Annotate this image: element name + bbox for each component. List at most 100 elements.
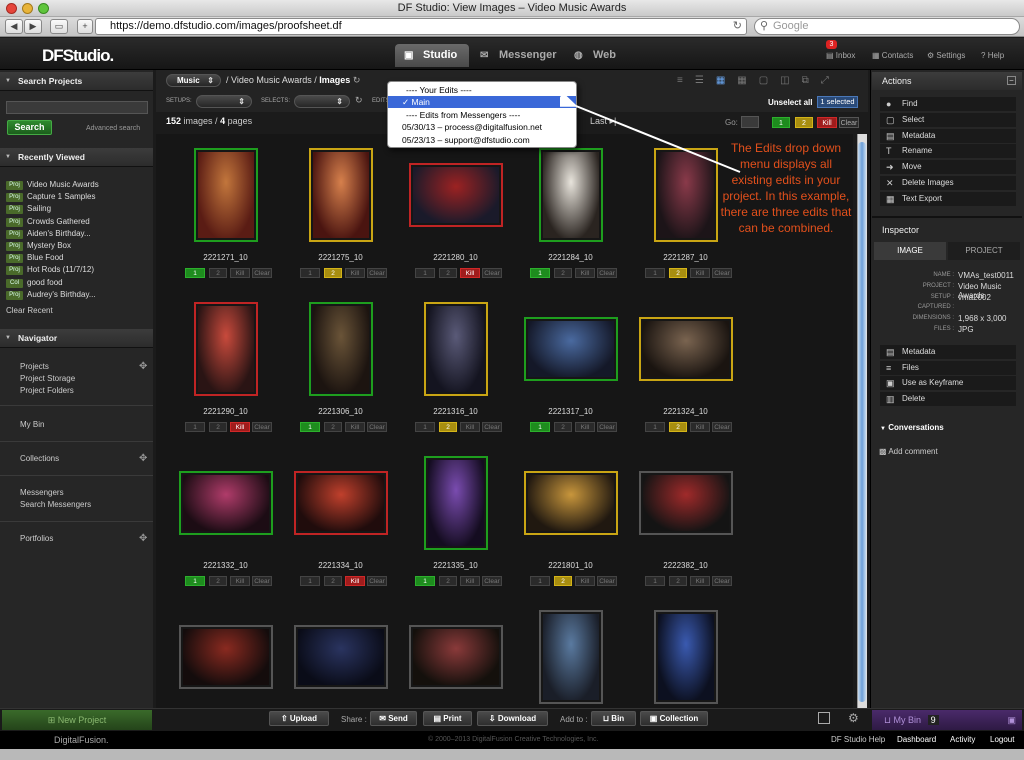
- image-thumbnail[interactable]: [653, 610, 718, 704]
- rating-button-clear[interactable]: Clear: [597, 268, 617, 278]
- image-tile[interactable]: 2221324_10 1 2 Kill Clear: [628, 300, 743, 453]
- new-project-button[interactable]: ⊞ New Project: [2, 710, 152, 730]
- rating-button-clear[interactable]: Clear: [482, 576, 502, 586]
- rating-button-1[interactable]: 1: [300, 268, 320, 278]
- image-thumbnail[interactable]: [423, 456, 488, 550]
- image-thumbnail[interactable]: [193, 148, 258, 242]
- split-view-icon[interactable]: ◫: [780, 75, 801, 86]
- menu-item-edit[interactable]: 05/30/13 – process@digitalfusion.net: [388, 121, 576, 133]
- tab-messenger[interactable]: ✉ Messenger: [471, 44, 561, 67]
- image-thumbnail[interactable]: [178, 471, 273, 535]
- nav-collections[interactable]: Collections: [20, 454, 59, 463]
- rating-button-2[interactable]: 2: [324, 268, 342, 278]
- rating-button-2[interactable]: 2: [554, 576, 572, 586]
- nav-projects[interactable]: Projects: [20, 362, 49, 371]
- rating-button-1[interactable]: 1: [185, 576, 205, 586]
- image-thumbnail[interactable]: [523, 317, 618, 381]
- rating-button-1[interactable]: 1: [415, 576, 435, 586]
- inspector-action-metadata[interactable]: ▤ Metadata: [880, 345, 1016, 359]
- nav-search-messengers[interactable]: Search Messengers: [20, 500, 91, 509]
- rating-button-clear[interactable]: Clear: [712, 268, 732, 278]
- rating-button-1[interactable]: 1: [530, 268, 550, 278]
- rating-button-2[interactable]: 2: [669, 576, 687, 586]
- rating-button-2[interactable]: 2: [554, 268, 572, 278]
- df-studio-help-link[interactable]: DF Studio Help: [831, 735, 885, 744]
- filter-1-button[interactable]: 1: [772, 117, 790, 128]
- rating-button-1[interactable]: 1: [530, 576, 550, 586]
- add-to-bin-button[interactable]: ⊔ Bin: [591, 711, 636, 726]
- image-tile[interactable]: 2221316_10 1 2 Kill Clear: [398, 300, 513, 453]
- download-button[interactable]: ⇩ Download: [477, 711, 548, 726]
- action-metadata[interactable]: ▤ Metadata: [880, 128, 1016, 143]
- refresh-icon[interactable]: ↻: [353, 75, 361, 85]
- clear-recent-link[interactable]: Clear Recent: [6, 306, 53, 315]
- selects-dropdown[interactable]: [294, 95, 350, 108]
- nav-project-storage[interactable]: Project Storage: [20, 374, 75, 383]
- action-move[interactable]: ➜ Move: [880, 160, 1016, 175]
- menu-item-edit[interactable]: ✓ Main: [388, 96, 576, 109]
- rating-button-clear[interactable]: Clear: [252, 576, 272, 586]
- recent-item[interactable]: Proj Sailing: [6, 203, 51, 215]
- minimize-window-button[interactable]: [22, 3, 33, 14]
- rating-button-clear[interactable]: Clear: [712, 576, 732, 586]
- image-thumbnail[interactable]: [638, 317, 733, 381]
- rating-button-kill[interactable]: Kill: [460, 576, 480, 586]
- image-tile[interactable]: 2221290_10 1 2 Kill Clear: [168, 300, 283, 453]
- rating-button-2[interactable]: 2: [324, 422, 342, 432]
- rating-button-kill[interactable]: Kill: [575, 268, 595, 278]
- add-project-icon[interactable]: ✥: [139, 361, 147, 372]
- rating-button-kill[interactable]: Kill: [575, 422, 595, 432]
- unselect-all-link[interactable]: Unselect all: [768, 98, 812, 107]
- menu-item-edit[interactable]: 05/23/13 – support@dfstudio.com: [388, 134, 576, 146]
- image-thumbnail[interactable]: [408, 163, 503, 227]
- nav-messengers[interactable]: Messengers: [20, 488, 64, 497]
- collapse-actions-icon[interactable]: –: [1007, 76, 1016, 85]
- filter-kill-button[interactable]: Kill: [817, 117, 837, 128]
- zoom-window-button[interactable]: [38, 3, 49, 14]
- conversations-header[interactable]: ▼ Conversations: [880, 423, 944, 432]
- my-bin-button[interactable]: ⊔ My Bin 9 ▣: [872, 710, 1022, 730]
- rating-button-clear[interactable]: Clear: [712, 422, 732, 432]
- inspector-action-use-as-keyframe[interactable]: ▣ Use as Keyframe: [880, 376, 1016, 391]
- rating-button-kill[interactable]: Kill: [690, 422, 710, 432]
- image-thumbnail[interactable]: [308, 148, 373, 242]
- grid-scrollbar-thumb[interactable]: [858, 142, 866, 702]
- image-tile[interactable]: [398, 608, 513, 708]
- rating-button-1[interactable]: 1: [185, 268, 205, 278]
- image-tile[interactable]: 2221332_10 1 2 Kill Clear: [168, 454, 283, 607]
- rating-button-kill[interactable]: Kill: [230, 576, 250, 586]
- rating-button-2[interactable]: 2: [439, 268, 457, 278]
- rating-button-kill[interactable]: Kill: [345, 422, 365, 432]
- filter-clear-button[interactable]: Clear: [839, 117, 859, 128]
- rating-button-2[interactable]: 2: [554, 422, 572, 432]
- image-thumbnail[interactable]: [178, 625, 273, 689]
- filter-2-button[interactable]: 2: [795, 117, 813, 128]
- view-toggle-icon[interactable]: [818, 712, 830, 724]
- advanced-search-link[interactable]: Advanced search: [86, 125, 140, 132]
- recent-item[interactable]: Proj Aiden's Birthday...: [6, 228, 91, 240]
- recently-viewed-header[interactable]: Recently Viewed: [0, 148, 153, 167]
- image-thumbnail[interactable]: [408, 625, 503, 689]
- image-thumbnail[interactable]: [638, 471, 733, 535]
- recent-item[interactable]: Proj Capture 1 Samples: [6, 191, 95, 203]
- setups-dropdown[interactable]: [196, 95, 252, 108]
- add-collection-icon[interactable]: ✥: [139, 453, 147, 464]
- rating-button-2[interactable]: 2: [439, 576, 457, 586]
- image-tile[interactable]: [283, 608, 398, 708]
- print-button[interactable]: ▤ Print: [423, 711, 472, 726]
- image-thumbnail[interactable]: [293, 625, 388, 689]
- rating-button-kill[interactable]: Kill: [460, 268, 480, 278]
- image-tile[interactable]: 2221801_10 1 2 Kill Clear: [513, 454, 628, 607]
- single-view-icon[interactable]: ▢: [759, 75, 780, 86]
- image-tile[interactable]: 2221271_10 1 2 Kill Clear: [168, 146, 283, 299]
- rating-button-clear[interactable]: Clear: [482, 422, 502, 432]
- breadcrumb-root-dropdown[interactable]: Music: [166, 74, 221, 87]
- rating-button-kill[interactable]: Kill: [345, 268, 365, 278]
- search-projects-header[interactable]: Search Projects: [0, 72, 153, 91]
- tab-studio[interactable]: ▣ Studio: [395, 44, 469, 67]
- action-find[interactable]: ● Find: [880, 97, 1016, 111]
- rating-button-2[interactable]: 2: [209, 268, 227, 278]
- rating-button-1[interactable]: 1: [300, 422, 320, 432]
- action-delete-images[interactable]: ✕ Delete Images: [880, 176, 1016, 190]
- image-thumbnail[interactable]: [308, 302, 373, 396]
